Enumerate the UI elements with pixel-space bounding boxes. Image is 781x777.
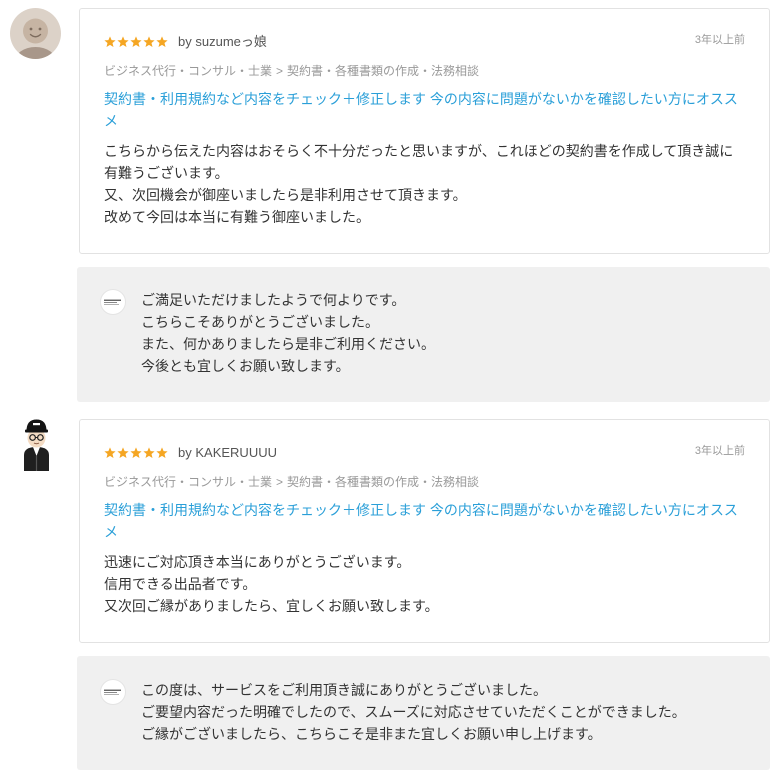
service-title-link[interactable]: 契約書・利用規約など内容をチェック＋修正します 今の内容に問題がないかを確認した… bbox=[104, 88, 745, 132]
reviewer-avatar bbox=[20, 418, 53, 471]
star-icon bbox=[104, 36, 116, 47]
review-card: by KAKERUUUU 3年以上前 ビジネス代行・コンサル・士業 > 契約書・各種… bbox=[79, 419, 770, 643]
review-meta: by KAKERUUUU bbox=[104, 443, 277, 463]
review-body-line: 改めて今回は本当に有難う御座いました。 bbox=[104, 209, 370, 225]
breadcrumb-separator: > bbox=[276, 64, 284, 78]
seller-avatar bbox=[100, 679, 126, 705]
service-title-link[interactable]: 契約書・利用規約など内容をチェック＋修正します 今の内容に問題がないかを確認した… bbox=[104, 499, 745, 543]
reviewer-username: KAKERUUUU bbox=[195, 445, 277, 460]
review-card: by suzumeっ娘 3年以上前 ビジネス代行・コンサル・士業 > 契約書・各種書… bbox=[79, 8, 770, 254]
reviewer-username: suzumeっ娘 bbox=[195, 34, 267, 49]
reply-line: こちらこそありがとうございました。 bbox=[141, 314, 379, 330]
seller-reply-body: この度は、サービスをご利用頂き誠にありがとうございました。 ご要望内容だった明確… bbox=[141, 679, 686, 745]
star-icon bbox=[156, 36, 168, 47]
star-icon bbox=[117, 36, 129, 47]
star-icon bbox=[130, 36, 142, 47]
category-parent-link[interactable]: ビジネス代行・コンサル・士業 bbox=[104, 475, 272, 489]
seller-reply: この度は、サービスをご利用頂き誠にありがとうございました。 ご要望内容だった明確… bbox=[77, 656, 770, 770]
reviewer-name: by KAKERUUUU bbox=[178, 443, 277, 463]
category-child-link[interactable]: 契約書・各種書類の作成・法務相談 bbox=[287, 475, 479, 489]
star-icon bbox=[156, 447, 168, 458]
seller-reply-body: ご満足いただけましたようで何よりです。 こちらこそありがとうございました。 また… bbox=[141, 289, 435, 377]
category-parent-link[interactable]: ビジネス代行・コンサル・士業 bbox=[104, 64, 272, 78]
reviewer-name: by suzumeっ娘 bbox=[178, 32, 267, 52]
review-body-line: 信用できる出品者です。 bbox=[104, 576, 257, 592]
by-label: by bbox=[178, 445, 192, 460]
reply-line: ご縁がございましたら、こちらこそ是非また宜しくお願い申し上げます。 bbox=[141, 726, 602, 742]
star-icon bbox=[143, 36, 155, 47]
seller-avatar bbox=[100, 289, 126, 315]
review-body-line: こちらから伝えた内容はおそらく不十分だったと思いますが、これほどの契約書を作成し… bbox=[104, 143, 734, 181]
star-icon bbox=[117, 447, 129, 458]
star-rating bbox=[104, 36, 168, 48]
breadcrumb-separator: > bbox=[276, 475, 284, 489]
review-meta: by suzumeっ娘 bbox=[104, 32, 267, 52]
review-header: by suzumeっ娘 3年以上前 bbox=[104, 32, 745, 52]
star-rating bbox=[104, 447, 168, 459]
review-header: by KAKERUUUU 3年以上前 bbox=[104, 443, 745, 463]
service-category-breadcrumb: ビジネス代行・コンサル・士業 > 契約書・各種書類の作成・法務相談 bbox=[104, 472, 745, 492]
star-icon bbox=[104, 447, 116, 458]
seller-logo-icon bbox=[100, 679, 126, 705]
review-body-line: 迅速にご対応頂き本当にありがとうございます。 bbox=[104, 554, 411, 570]
service-category-breadcrumb: ビジネス代行・コンサル・士業 > 契約書・各種書類の作成・法務相談 bbox=[104, 61, 745, 81]
review-body: こちらから伝えた内容はおそらく不十分だったと思いますが、これほどの契約書を作成し… bbox=[104, 140, 745, 228]
reply-line: 今後とも宜しくお願い致します。 bbox=[141, 358, 350, 374]
reviewer-avatar bbox=[10, 8, 61, 59]
reply-line: ご要望内容だった明確でしたので、スムーズに対応させていただくことができました。 bbox=[141, 704, 686, 720]
reply-line: また、何かありましたら是非ご利用ください。 bbox=[141, 336, 435, 352]
cartoon-person-avatar-icon bbox=[24, 419, 49, 471]
star-icon bbox=[143, 447, 155, 458]
reply-line: ご満足いただけましたようで何よりです。 bbox=[141, 292, 406, 308]
seller-logo-icon bbox=[100, 289, 126, 315]
reply-line: この度は、サービスをご利用頂き誠にありがとうございました。 bbox=[141, 682, 547, 698]
review-body-line: 又次回ご縁がありましたら、宜しくお願い致します。 bbox=[104, 598, 439, 614]
review-date: 3年以上前 bbox=[694, 445, 745, 457]
seller-reply: ご満足いただけましたようで何よりです。 こちらこそありがとうございました。 また… bbox=[77, 267, 770, 402]
review-body: 迅速にご対応頂き本当にありがとうございます。 信用できる出品者です。 又次回ご縁… bbox=[104, 551, 745, 617]
review-body-line: 又、次回機会が御座いましたら是非利用させて頂きます。 bbox=[104, 187, 467, 203]
review-list: by suzumeっ娘 3年以上前 ビジネス代行・コンサル・士業 > 契約書・各種書… bbox=[0, 0, 781, 777]
default-user-avatar-icon bbox=[10, 8, 61, 59]
review-date: 3年以上前 bbox=[694, 34, 745, 46]
by-label: by bbox=[178, 34, 192, 49]
category-child-link[interactable]: 契約書・各種書類の作成・法務相談 bbox=[287, 64, 479, 78]
star-icon bbox=[130, 447, 142, 458]
